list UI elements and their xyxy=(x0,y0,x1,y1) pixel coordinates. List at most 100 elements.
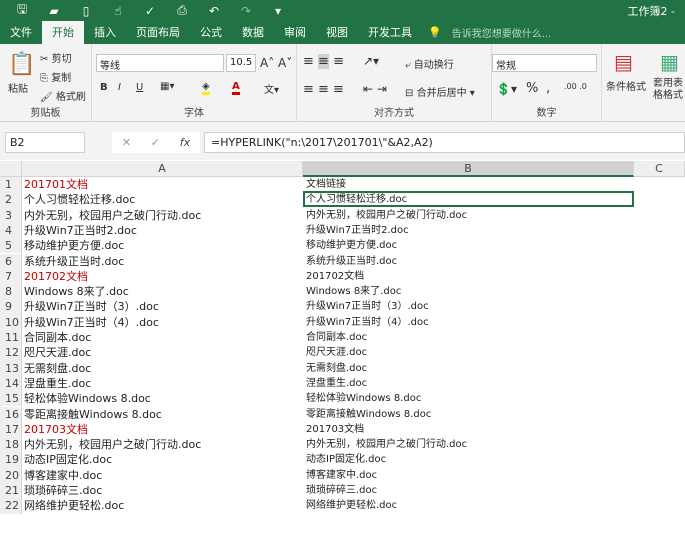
row-number[interactable]: 12 xyxy=(0,345,22,361)
row-number[interactable]: 3 xyxy=(0,207,22,223)
align-top-icon[interactable]: ≡ ≡ ≡ xyxy=(303,54,344,69)
cell-a[interactable]: Windows 8来了.doc xyxy=(22,284,303,299)
cell-a[interactable]: 升级Win7正当时（4）.doc xyxy=(22,315,303,330)
tab-insert[interactable]: 插入 xyxy=(84,21,126,44)
cell-b[interactable]: 201703文档 xyxy=(303,422,634,437)
row-number[interactable]: 7 xyxy=(0,268,22,285)
copy-button[interactable]: ⎘ 复制 xyxy=(40,69,71,84)
spell-icon[interactable]: ✓ xyxy=(140,4,160,18)
cell-a[interactable]: 琐琐碎碎三.doc xyxy=(22,483,303,498)
fx-icon[interactable]: fx xyxy=(180,136,190,149)
paste-icon[interactable]: 📋 xyxy=(8,52,35,77)
cell-a[interactable]: 轻松体验Windows 8.doc xyxy=(22,391,303,406)
cell-b[interactable]: 咫尺天涯.doc xyxy=(303,345,634,360)
row-number[interactable]: 20 xyxy=(0,467,22,483)
tab-view[interactable]: 视图 xyxy=(316,21,358,44)
cell-b[interactable]: 合同副本.doc xyxy=(303,330,634,345)
row-number[interactable]: 13 xyxy=(0,360,22,376)
row-number[interactable]: 5 xyxy=(0,238,22,254)
row-number[interactable]: 15 xyxy=(0,391,22,407)
cell-a[interactable]: 移动维护更方便.doc xyxy=(22,238,303,253)
save-icon[interactable]: 🖫 xyxy=(12,0,32,21)
cell-b[interactable]: 文档链接 xyxy=(303,177,634,192)
row-number[interactable]: 2 xyxy=(0,192,22,208)
row-number[interactable]: 14 xyxy=(0,375,22,392)
fill-color-icon[interactable]: ◈ xyxy=(202,81,210,95)
cell-b[interactable]: 零距离接触Windows 8.doc xyxy=(303,407,634,422)
currency-icon[interactable]: 💲▾ xyxy=(496,82,517,96)
name-box[interactable]: B2 xyxy=(5,132,85,153)
border-icon[interactable]: ▦▾ xyxy=(160,81,174,92)
conditional-format-icon[interactable]: ▤ xyxy=(614,50,633,74)
cell-b[interactable]: 升级Win7正当时2.doc xyxy=(303,223,634,238)
cell-a[interactable]: 内外无别，校园用户之破门行动.doc xyxy=(22,208,303,223)
row-number[interactable]: 9 xyxy=(0,299,22,315)
cell-b[interactable]: 博客建家中.doc xyxy=(303,468,634,483)
cell-a[interactable]: 网络维护更轻松.doc xyxy=(22,498,303,513)
cell-a[interactable]: 201702文档 xyxy=(22,269,303,284)
comma-button[interactable]: , xyxy=(546,81,550,96)
grow-font-icon[interactable]: A˄ A˅ xyxy=(260,56,292,70)
cell-b[interactable]: 轻松体验Windows 8.doc xyxy=(303,391,634,406)
row-number[interactable]: 10 xyxy=(0,314,22,330)
new-icon[interactable]: ▯ xyxy=(76,4,96,18)
cell-a[interactable]: 咫尺天涯.doc xyxy=(22,345,303,360)
formula-input[interactable]: =HYPERLINK("n:\2017\201701\"&A2,A2) xyxy=(204,132,685,153)
tab-data[interactable]: 数据 xyxy=(232,21,274,44)
wrap-text-button[interactable]: ⤶ 自动换行 xyxy=(405,56,454,71)
cell-b[interactable]: Windows 8来了.doc xyxy=(303,284,634,299)
cell-a[interactable]: 升级Win7正当时（3）.doc xyxy=(22,299,303,314)
tab-review[interactable]: 审阅 xyxy=(274,21,316,44)
cell-a[interactable]: 博客建家中.doc xyxy=(22,468,303,483)
underline-button[interactable]: U xyxy=(136,82,143,93)
cell-b[interactable]: 内外无别，校园用户之破门行动.doc xyxy=(303,437,634,452)
cancel-icon[interactable]: ✕ xyxy=(122,136,131,149)
paste-button[interactable]: 粘贴 xyxy=(8,80,28,95)
row-number[interactable]: 16 xyxy=(0,406,22,422)
select-all-corner[interactable] xyxy=(0,161,22,177)
enter-icon[interactable]: ✓ xyxy=(151,136,160,149)
cell-a[interactable]: 动态IP固定化.doc xyxy=(22,452,303,467)
decimal-icon[interactable]: .00 .0 xyxy=(564,82,587,91)
cell-b[interactable]: 无需刻盘.doc xyxy=(303,361,634,376)
cell-b[interactable]: 琐琐碎碎三.doc xyxy=(303,483,634,498)
tab-file[interactable]: 文件 xyxy=(0,21,42,44)
row-number[interactable]: 18 xyxy=(0,437,22,453)
cell-a[interactable]: 201703文档 xyxy=(22,422,303,437)
orientation-icon[interactable]: ↗▾ xyxy=(363,54,379,68)
font-name-select[interactable]: 等线 xyxy=(96,54,224,72)
row-number[interactable]: 17 xyxy=(0,421,22,438)
row-number[interactable]: 19 xyxy=(0,452,22,468)
align-left-icon[interactable]: ≡ ≡ ≡ xyxy=(303,82,344,97)
cell-a[interactable]: 涅盘重生.doc xyxy=(22,376,303,391)
merge-center-button[interactable]: ⊟ 合并后居中 ▾ xyxy=(405,84,475,99)
undo-icon[interactable]: ↶ xyxy=(204,4,224,18)
cell-b[interactable]: 系统升级正当时.doc xyxy=(303,254,634,269)
column-header-a[interactable]: A xyxy=(22,161,303,177)
tab-formulas[interactable]: 公式 xyxy=(190,21,232,44)
row-number[interactable]: 11 xyxy=(0,330,22,346)
column-header-c[interactable]: C xyxy=(634,161,685,177)
bold-button[interactable]: B xyxy=(100,82,108,93)
font-size-select[interactable]: 10.5 xyxy=(226,54,256,72)
cell-b[interactable]: 网络维护更轻松.doc xyxy=(303,498,634,513)
phonetic-icon[interactable]: 文▾ xyxy=(264,81,279,96)
tab-developer[interactable]: 开发工具 xyxy=(358,21,422,44)
column-header-b[interactable]: B xyxy=(303,161,634,177)
cell-b[interactable]: 升级Win7正当时（4）.doc xyxy=(303,315,634,330)
row-number[interactable]: 21 xyxy=(0,483,22,499)
row-number[interactable]: 4 xyxy=(0,222,22,239)
customize-icon[interactable]: ▾ xyxy=(268,4,288,18)
indent-icon[interactable]: ⇤ ⇥ xyxy=(363,82,387,96)
cell-a[interactable]: 内外无别，校园用户之破门行动.doc xyxy=(22,437,303,452)
table-format-icon[interactable]: ▦ xyxy=(660,50,679,74)
table-format-button[interactable]: 套用表格格式 xyxy=(650,78,685,102)
cell-b[interactable]: 升级Win7正当时（3）.doc xyxy=(303,299,634,314)
number-format-select[interactable]: 常规 xyxy=(492,54,597,72)
cell-a[interactable]: 个人习惯轻松迁移.doc xyxy=(22,192,303,207)
format-painter-button[interactable]: 🖌 格式刷 xyxy=(40,88,86,103)
italic-button[interactable]: I xyxy=(118,82,121,93)
font-color-icon[interactable]: A xyxy=(232,81,240,95)
preview-icon[interactable]: ⎙ xyxy=(172,3,192,18)
redo-icon[interactable]: ↷ xyxy=(236,4,256,18)
